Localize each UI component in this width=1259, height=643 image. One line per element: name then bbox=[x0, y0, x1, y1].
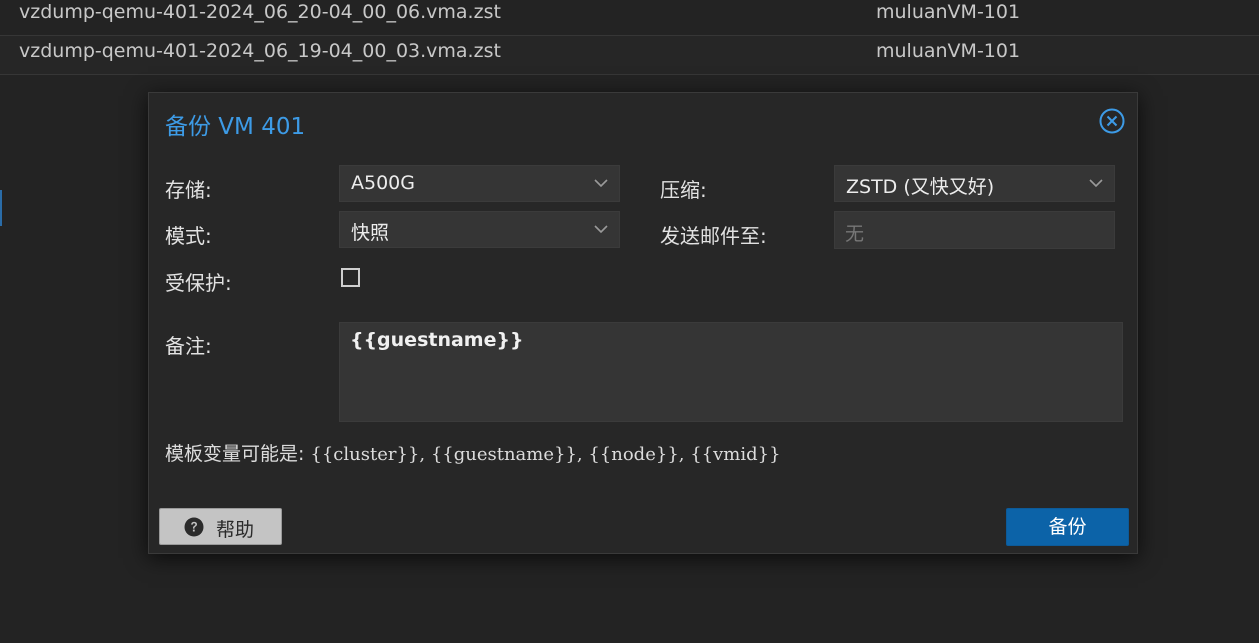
list-item[interactable]: vzdump-qemu-401-2024_06_20-04_00_06.vma.… bbox=[0, 0, 1259, 36]
storage-select[interactable]: A500G bbox=[339, 165, 620, 202]
mode-label: 模式: bbox=[165, 224, 212, 248]
list-item[interactable]: vzdump-qemu-401-2024_06_19-04_00_03.vma.… bbox=[0, 36, 1259, 75]
storage-value: A500G bbox=[351, 172, 415, 194]
hint-label: 模板变量可能是: bbox=[165, 443, 305, 465]
protected-checkbox[interactable] bbox=[341, 268, 360, 287]
chevron-down-icon bbox=[594, 179, 608, 188]
mailto-label: 发送邮件至: bbox=[660, 224, 767, 248]
question-circle-icon bbox=[184, 517, 204, 537]
backup-notes: muluanVM-101 bbox=[876, 40, 1021, 62]
mode-value: 快照 bbox=[351, 222, 390, 244]
backup-dialog: 备份 VM 401 存储: A500G 压缩: ZSTD (又快又好) 模式: … bbox=[148, 92, 1138, 554]
compression-select[interactable]: ZSTD (又快又好) bbox=[834, 165, 1115, 202]
mode-select[interactable]: 快照 bbox=[339, 211, 620, 248]
backup-filename: vzdump-qemu-401-2024_06_19-04_00_03.vma.… bbox=[19, 40, 501, 62]
mailto-input[interactable]: 无 bbox=[834, 211, 1115, 249]
mailto-placeholder: 无 bbox=[845, 223, 865, 245]
compression-label: 压缩: bbox=[660, 178, 707, 202]
backup-notes: muluanVM-101 bbox=[876, 1, 1021, 23]
notes-label: 备注: bbox=[165, 334, 212, 358]
compression-value: ZSTD (又快又好) bbox=[846, 176, 995, 198]
protected-label: 受保护: bbox=[165, 271, 232, 295]
template-vars-hint: 模板变量可能是: {{cluster}}, {{guestname}}, {{no… bbox=[165, 439, 781, 466]
notes-value: {{guestname}} bbox=[350, 329, 524, 351]
help-button[interactable]: 帮助 bbox=[159, 508, 282, 545]
notes-textarea[interactable]: {{guestname}} bbox=[339, 322, 1123, 422]
backup-filename: vzdump-qemu-401-2024_06_20-04_00_06.vma.… bbox=[19, 1, 501, 23]
hint-vars: {{cluster}}, {{guestname}}, {{node}}, {{… bbox=[310, 444, 781, 465]
dialog-title: 备份 VM 401 bbox=[165, 114, 306, 140]
help-button-label: 帮助 bbox=[216, 519, 255, 541]
close-icon[interactable] bbox=[1099, 108, 1125, 134]
selection-accent bbox=[0, 190, 2, 226]
chevron-down-icon bbox=[1089, 179, 1103, 188]
backup-button[interactable]: 备份 bbox=[1006, 508, 1129, 546]
chevron-down-icon bbox=[594, 225, 608, 234]
storage-label: 存储: bbox=[165, 178, 212, 202]
